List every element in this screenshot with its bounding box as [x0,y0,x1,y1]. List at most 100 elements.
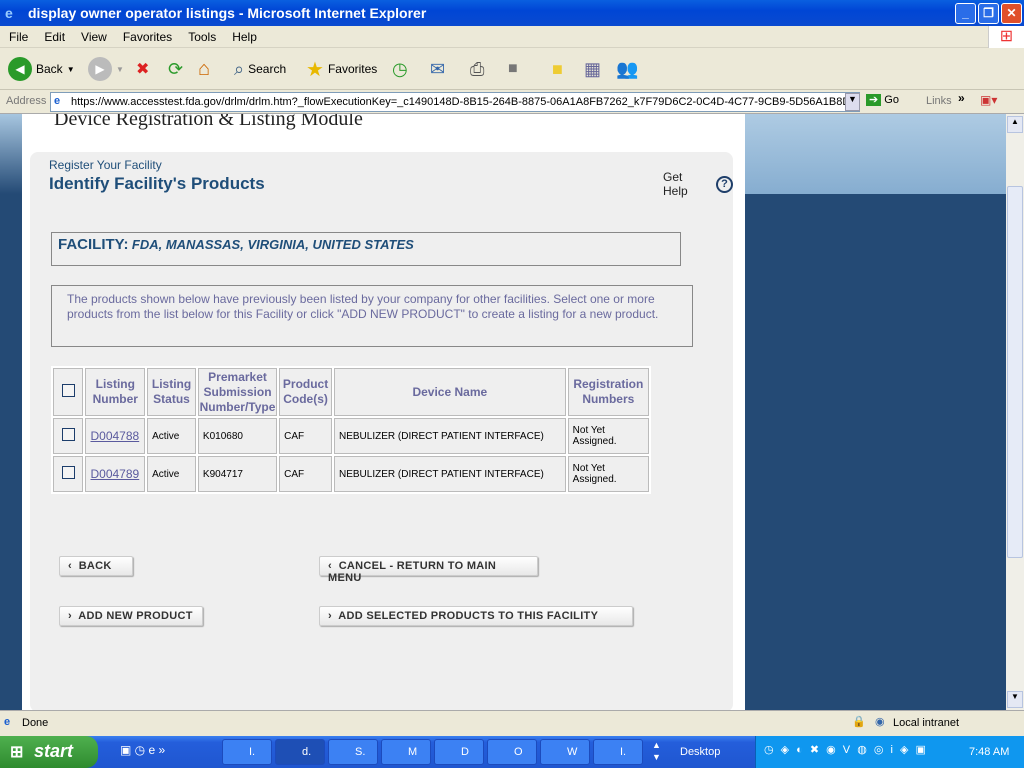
forward-arrow-icon: ▶ [88,57,112,81]
research-icon[interactable]: ▦ [584,56,601,82]
address-input[interactable]: e https://www.accesstest.fda.gov/drlm/drl… [50,92,860,112]
taskbar-scroll-arrows[interactable]: ▲ ▼ [652,739,661,763]
menu-favorites[interactable]: Favorites [114,26,179,44]
mail-icon[interactable]: ✉ [430,56,445,82]
back-page-button[interactable]: ‹ BACK [59,556,133,576]
back-button[interactable]: ◀ Back ▼ [8,56,75,82]
taskbar-item[interactable]: W [540,739,590,765]
address-label: Address [6,95,47,107]
taskbar-item[interactable]: I. [593,739,643,765]
page-content: Device Registration & Listing Module Reg… [22,114,745,710]
background-left [0,114,22,710]
go-button[interactable]: ➔ Go [866,93,899,106]
close-button[interactable]: ✕ [1001,3,1022,24]
links-button[interactable]: Links [926,95,952,107]
menu-view[interactable]: View [72,26,114,44]
pdf-icon[interactable]: ▣▾ [980,93,997,107]
refresh-icon[interactable]: ⟳ [168,56,183,82]
menu-edit[interactable]: Edit [35,26,72,44]
taskbar-item[interactable]: D [434,739,484,765]
messenger-icon[interactable]: 👥 [616,56,638,82]
cancel-button[interactable]: ‹ CANCEL - RETURN TO MAIN MENU [319,556,538,584]
listing-status: Active [147,456,196,492]
history-icon[interactable]: ◷ [392,56,408,82]
col-registration: Registration Numbers [567,368,649,416]
device-name: NEBULIZER (DIRECT PATIENT INTERFACE) [333,418,566,454]
help-icon: ? [716,175,733,193]
registration-numbers: Not Yet Assigned. [567,456,649,492]
page-status-icon: e [4,716,11,728]
favorites-button[interactable]: ★ Favorites [306,56,377,82]
title-bar: e display owner operator listings - Micr… [0,0,1024,26]
premarket-number: K904717 [197,456,278,492]
tray-icons[interactable]: ◷ ◈ ◐ ✖ ◉ V ◍ ◎ i ◈ ▣ [764,743,928,756]
scroll-down-button[interactable]: ▼ [1007,691,1023,708]
print-icon[interactable]: ⎙ [470,56,484,82]
scroll-up-button[interactable]: ▲ [1007,116,1023,133]
address-dropdown[interactable]: ▼ [845,93,860,111]
get-help-link[interactable]: Get Help? [663,170,733,198]
facility-label: FACILITY: [58,236,129,253]
registration-numbers: Not Yet Assigned. [567,418,649,454]
toolbar: ◀ Back ▼ ▶ ▼ ✖ ⟳ ⌂ ⌕ Search ★ Favorites ◷ ✉ ⎙… [0,48,1024,90]
address-bar: Address e https://www.accesstest.fda.gov/… [0,90,1024,114]
taskbar-item[interactable]: I. [222,739,272,765]
windows-flag-icon: ⊞ [10,744,24,761]
menu-bar: File Edit View Favorites Tools Help ⊞ [0,26,1024,48]
taskbar-item[interactable]: S. [328,739,378,765]
product-code: CAF [279,456,332,492]
row-checkbox[interactable] [61,466,75,479]
vertical-scrollbar[interactable]: ▲ ▼ [1006,114,1024,710]
search-button[interactable]: ⌕ Search [234,56,286,82]
col-product-code: Product Code(s) [279,368,332,416]
system-tray: ◷ ◈ ◐ ✖ ◉ V ◍ ◎ i ◈ ▣ 7:48 AM [755,736,1024,768]
notes-icon[interactable]: ■ [552,56,563,82]
device-name: NEBULIZER (DIRECT PATIENT INTERFACE) [333,456,566,492]
col-listing-number: Listing Number [85,368,146,416]
browser-viewport: Device Registration & Listing Module Reg… [0,114,1006,710]
add-new-product-button[interactable]: › ADD NEW PRODUCT [59,606,203,626]
menu-file[interactable]: File [0,26,35,44]
stop-icon[interactable]: ✖ [136,56,149,82]
select-all-cell [53,368,84,416]
maximize-button[interactable]: ❐ [978,3,999,24]
add-selected-products-button[interactable]: › ADD SELECTED PRODUCTS TO THIS FACILITY [319,606,633,626]
page-icon: e [54,95,61,107]
windows-logo: ⊞ [988,26,1024,48]
chevron-icon[interactable]: » [958,91,965,105]
menu-tools[interactable]: Tools [179,26,223,44]
minimize-button[interactable]: _ [955,3,976,24]
row-checkbox[interactable] [61,428,75,441]
star-icon: ★ [306,58,324,81]
home-icon[interactable]: ⌂ [198,56,210,82]
start-button[interactable]: ⊞ start [0,736,98,768]
taskbar-item-active[interactable]: d. [275,739,325,765]
premarket-number: K010680 [197,418,278,454]
window-title: display owner operator listings - Micros… [28,5,427,21]
menu-help[interactable]: Help [223,26,264,44]
globe-icon: ◉ [875,716,885,728]
table-header-row: Listing Number Listing Status Premarket … [53,368,649,416]
product-code: CAF [279,418,332,454]
listing-link[interactable]: D004788 [90,429,139,443]
lock-icon: 🔒 [852,716,866,728]
listing-link[interactable]: D004789 [90,467,139,481]
taskbar-item[interactable]: M [381,739,431,765]
scroll-thumb[interactable] [1007,186,1023,558]
col-device-name: Device Name [333,368,566,416]
desktop-toolbar[interactable]: Desktop [680,746,720,758]
quicklaunch-icons[interactable]: ▣ ◷ e » [120,743,165,757]
background-right [745,114,1006,194]
breadcrumb: Register Your Facility [49,158,162,172]
select-all-checkbox[interactable] [61,383,75,397]
page-title: Identify Facility's Products [49,174,265,193]
main-panel: Register Your Facility Identify Facility… [30,152,733,710]
edit-icon[interactable]: ■ [508,56,518,82]
forward-button[interactable]: ▶ ▼ [88,56,124,82]
taskbar-item[interactable]: O [487,739,537,765]
products-table: Listing Number Listing Status Premarket … [51,366,651,494]
facility-box: FACILITY: FDA, MANASSAS, VIRGINIA, UNITE… [51,232,681,266]
status-text: Done [22,717,49,729]
zone-text: Local intranet [893,717,960,729]
ie-icon: e [5,5,13,21]
